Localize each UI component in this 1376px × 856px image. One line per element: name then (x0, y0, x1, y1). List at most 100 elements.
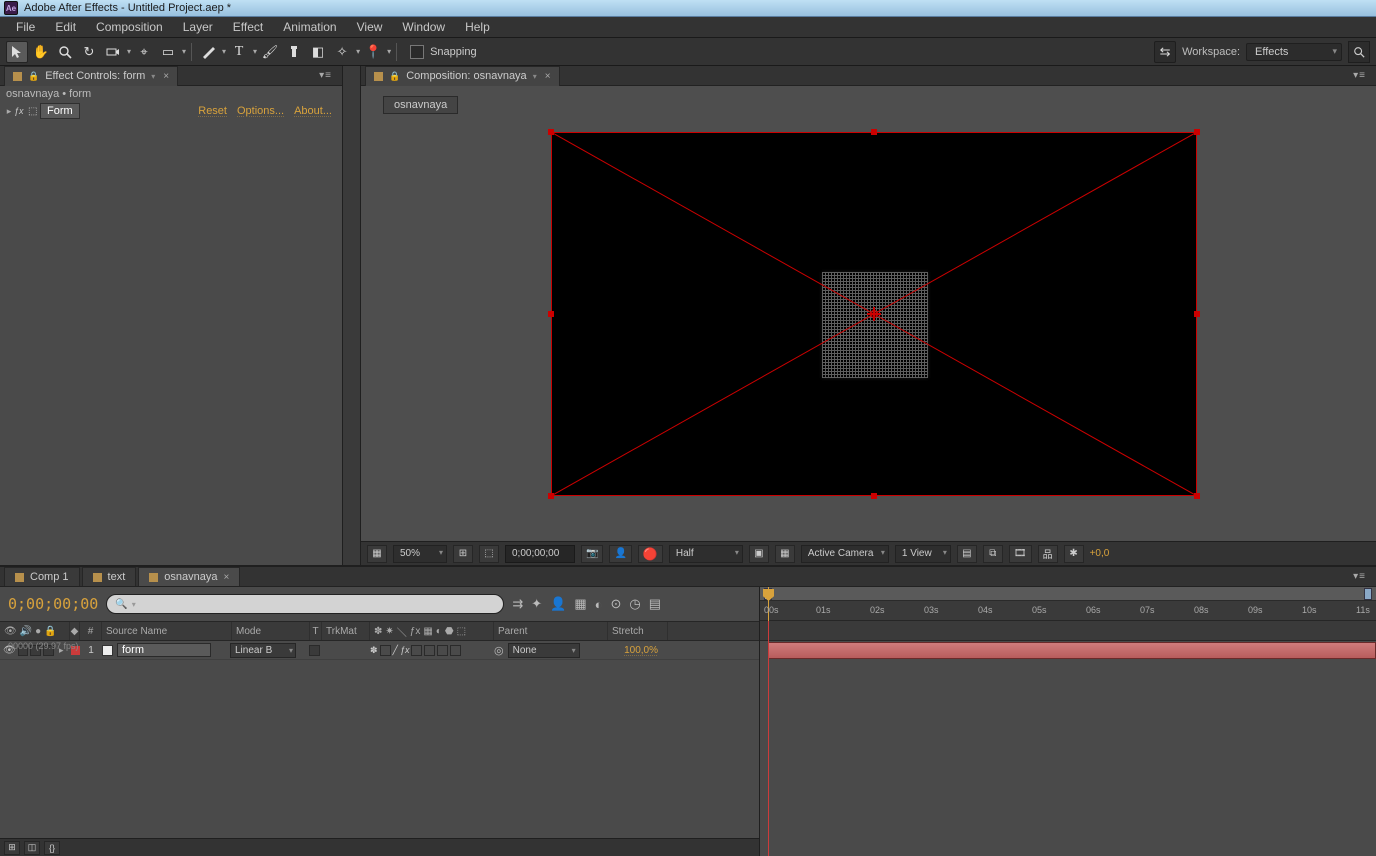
panel-dropdown-icon[interactable]: ▾ (533, 72, 537, 81)
index-column[interactable]: # (80, 622, 102, 640)
frame-blend-switch[interactable] (411, 645, 422, 656)
parent-column[interactable]: Parent (494, 622, 608, 640)
comp-mini-flowchart-icon[interactable]: ⇉ (512, 596, 523, 612)
search-help-icon[interactable] (1348, 41, 1370, 63)
menu-help[interactable]: Help (455, 18, 500, 36)
panel-divider-strip[interactable] (343, 66, 361, 565)
hand-tool-icon[interactable]: ✋ (30, 41, 52, 63)
resize-handle[interactable] (1194, 311, 1200, 317)
lock-column-icon[interactable]: 🔒 (44, 626, 56, 637)
current-timecode[interactable]: 0;00;00;00 (8, 595, 98, 613)
pickwhip-icon[interactable]: ◎ (494, 644, 504, 657)
resize-handle[interactable] (871, 129, 877, 135)
menu-window[interactable]: Window (392, 18, 455, 36)
show-snapshot-icon[interactable]: 👤 (609, 545, 631, 563)
toggle-modes-icon[interactable]: ◫ (24, 841, 40, 855)
puppet-tool-icon[interactable]: 📍 (362, 41, 384, 63)
shape-tool-caret-icon[interactable]: ▾ (182, 47, 186, 56)
zoom-dropdown[interactable]: 50% (393, 545, 447, 563)
effect-name[interactable]: Form (40, 103, 80, 119)
panel-menu-icon[interactable]: ▾≡ (313, 70, 338, 81)
time-ruler[interactable]: 00s 01s 02s 03s 04s 05s 06s 07s 08s 09s … (760, 587, 1376, 621)
menu-composition[interactable]: Composition (86, 18, 173, 36)
blend-mode-dropdown[interactable]: Linear B (230, 643, 296, 658)
timeline-tab-comp1[interactable]: Comp 1 (4, 567, 80, 586)
effect-reset-link[interactable]: Reset (198, 105, 227, 117)
pen-tool-icon[interactable] (197, 41, 219, 63)
toggle-switches-icon[interactable]: ⊞ (4, 841, 20, 855)
composition-canvas[interactable] (551, 132, 1197, 496)
draft-3d-icon[interactable]: ✦ (531, 596, 542, 612)
twirl-icon[interactable]: ▸ (4, 106, 14, 117)
text-tool-caret-icon[interactable]: ▾ (253, 47, 257, 56)
shape-tool-icon[interactable]: ▭ (157, 41, 179, 63)
flowchart-icon[interactable]: 品 (1038, 545, 1058, 563)
toggle-transparency-icon[interactable]: ▣ (749, 545, 769, 563)
menu-animation[interactable]: Animation (273, 18, 346, 36)
close-icon[interactable]: × (223, 572, 229, 583)
effect-about-link[interactable]: About... (294, 105, 332, 117)
fx-toggle-icon[interactable]: ƒx (14, 106, 28, 116)
motion-blur-switch[interactable] (424, 645, 435, 656)
hide-shy-icon[interactable]: 👤 (550, 596, 566, 612)
rotate-tool-icon[interactable]: ↻ (78, 41, 100, 63)
collapse-switch[interactable] (380, 645, 391, 656)
text-tool-icon[interactable]: T (228, 41, 250, 63)
fx-switch-icon[interactable]: ƒx (400, 645, 410, 655)
pixel-aspect-icon[interactable]: ▤ (957, 545, 977, 563)
region-of-interest-icon[interactable]: ⬚ (479, 545, 499, 563)
stretch-value[interactable]: 100,0% (606, 645, 666, 656)
effect-options-link[interactable]: Options... (237, 105, 284, 117)
menu-view[interactable]: View (347, 18, 393, 36)
work-area-end-handle[interactable] (1364, 588, 1372, 600)
3d-switch[interactable] (450, 645, 461, 656)
parent-dropdown[interactable]: None (508, 643, 580, 658)
audio-column-icon[interactable]: 🔊 (20, 626, 32, 637)
composition-viewer[interactable]: osnavnaya (361, 86, 1376, 541)
effect-row[interactable]: ▸ ƒx ⬚ Form Reset Options... About... (0, 102, 342, 120)
timeline-tab-text[interactable]: text (82, 567, 137, 586)
sourcename-column[interactable]: Source Name (102, 622, 232, 640)
current-time-display[interactable]: 0;00;00;00 (505, 545, 575, 563)
panel-dropdown-icon[interactable]: ▾ (151, 72, 155, 81)
anchor-point-icon[interactable] (867, 307, 881, 321)
always-preview-icon[interactable]: ▦ (367, 545, 387, 563)
resolution-dropdown[interactable]: Half (669, 545, 743, 563)
resize-handle[interactable] (871, 493, 877, 499)
puppet-tool-caret-icon[interactable]: ▾ (387, 47, 391, 56)
exposure-reset-icon[interactable]: ✱ (1064, 545, 1084, 563)
brush-tool-icon[interactable]: 🖌 (259, 41, 281, 63)
shy-switch-icon[interactable]: ✽ (370, 645, 378, 656)
adjustment-switch[interactable] (437, 645, 448, 656)
menu-file[interactable]: File (6, 18, 45, 36)
label-column-icon[interactable]: ◆ (71, 626, 79, 637)
snapshot-icon[interactable]: 📷 (581, 545, 603, 563)
menu-effect[interactable]: Effect (223, 18, 273, 36)
eraser-tool-icon[interactable]: ◧ (307, 41, 329, 63)
preserve-transparency-toggle[interactable] (309, 645, 320, 656)
graph-editor-icon[interactable]: ▤ (649, 596, 661, 612)
zoom-tool-icon[interactable] (54, 41, 76, 63)
close-icon[interactable]: × (163, 71, 169, 82)
timeline-search-input[interactable]: 🔍▾ (106, 594, 504, 614)
t-column[interactable]: T (310, 622, 322, 640)
clone-tool-icon[interactable] (283, 41, 305, 63)
trkmat-column[interactable]: TrkMat (322, 622, 370, 640)
frame-blend-icon[interactable]: ▦ (574, 596, 586, 612)
composition-nav-tab[interactable]: osnavnaya (383, 96, 458, 114)
panel-menu-icon[interactable]: ▾≡ (1347, 70, 1372, 81)
lock-icon[interactable]: 🔒 (28, 71, 39, 82)
toggle-inout-icon[interactable]: {} (44, 841, 60, 855)
menu-edit[interactable]: Edit (45, 18, 86, 36)
roto-tool-caret-icon[interactable]: ▾ (356, 47, 360, 56)
sync-settings-icon[interactable]: ⇆ (1154, 41, 1176, 63)
camera-tool-caret-icon[interactable]: ▾ (127, 47, 131, 56)
roto-tool-icon[interactable]: ✧ (331, 41, 353, 63)
resize-handle[interactable] (548, 129, 554, 135)
layer-name[interactable]: form (117, 643, 211, 657)
close-icon[interactable]: × (545, 71, 551, 82)
solo-column-icon[interactable]: ● (35, 626, 41, 637)
toggle-mask-icon[interactable]: ▦ (775, 545, 795, 563)
quality-switch-icon[interactable]: ╱ (393, 645, 398, 656)
resize-handle[interactable] (548, 493, 554, 499)
